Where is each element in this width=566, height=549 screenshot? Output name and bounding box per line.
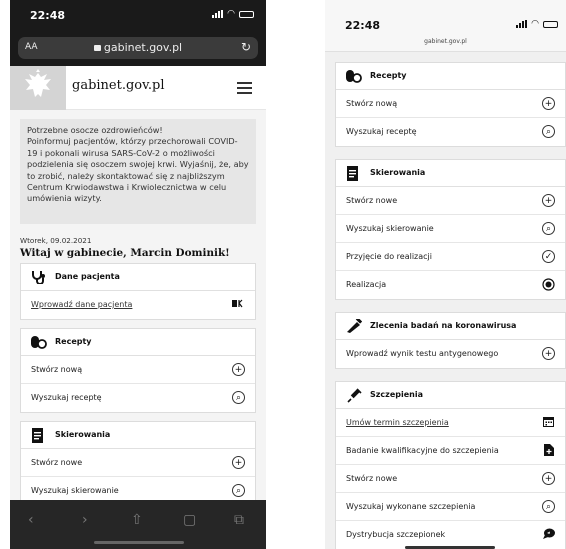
document-icon — [32, 428, 43, 443]
patient-card: Dane pacjenta Wprowadź dane pacjenta — [20, 263, 256, 320]
bookmarks-icon[interactable]: ▢ — [183, 512, 196, 528]
create-referral-item[interactable]: Stwórz nowe + — [21, 449, 255, 477]
status-bar: 22:48 ◠ gabinet.gov.pl — [325, 0, 566, 52]
share-icon[interactable]: ⇧ — [131, 512, 143, 528]
test-tube-icon — [347, 319, 362, 333]
create-referral-item[interactable]: Stwórz nowe + — [336, 187, 565, 215]
tabs-icon[interactable]: ⧉ — [234, 512, 244, 528]
url-text: gabinet.gov.pl — [103, 41, 183, 54]
enter-antigen-result-item[interactable]: Wprowadź wynik testu antygenowego + — [336, 340, 565, 368]
plus-circle-icon: + — [542, 472, 555, 485]
reload-icon[interactable]: ↻ — [241, 40, 251, 54]
syringe-icon — [347, 388, 362, 403]
url-text[interactable]: gabinet.gov.pl — [325, 38, 566, 45]
calendar-icon — [542, 416, 555, 429]
covid-tests-card-title: Zlecenia badań na koronawirusa — [370, 321, 517, 330]
battery-icon — [239, 10, 254, 18]
search-circle-icon: ⌕ — [232, 391, 245, 404]
prescriptions-card-title: Recepty — [370, 71, 407, 80]
address-field[interactable]: AA gabinet.gov.pl ↻ — [18, 37, 258, 59]
pill-icon — [31, 336, 47, 349]
file-plus-icon — [542, 444, 555, 457]
enter-patient-data-link[interactable]: Wprowadź dane pacjenta — [21, 291, 255, 319]
safari-toolbar: ‹ › ⇧ ▢ ⧉ — [10, 500, 266, 549]
vaccine-distribution-item[interactable]: Dystrybucja szczepionek — [336, 521, 565, 549]
right-phone-screen: 22:48 ◠ gabinet.gov.pl Recepty Stwórz no… — [325, 0, 566, 549]
status-time: 22:48 — [30, 9, 66, 22]
qualification-exam-item[interactable]: Badanie kwalifikacyjne do szczepienia — [336, 437, 565, 465]
create-prescription-item[interactable]: Stwórz nową + — [21, 356, 255, 384]
plus-circle-icon: + — [232, 363, 245, 376]
hamburger-menu-icon[interactable] — [237, 82, 252, 97]
plus-circle-icon: + — [542, 194, 555, 207]
plus-circle-icon: + — [542, 347, 555, 360]
create-prescription-item[interactable]: Stwórz nową + — [336, 90, 565, 118]
left-phone-screen: 22:48 ◠ AA gabinet.gov.pl ↻ gabinet.gov.… — [10, 0, 266, 549]
referrals-card: Skierowania Stwórz nowe + Wyszukaj skier… — [335, 159, 566, 300]
search-circle-icon: ⌕ — [542, 125, 555, 138]
site-name[interactable]: gabinet.gov.pl — [72, 78, 165, 93]
wifi-icon: ◠ — [531, 19, 539, 29]
plus-circle-icon: + — [232, 456, 245, 469]
check-circle-icon: ✓ — [542, 250, 555, 263]
search-circle-icon: ⌕ — [542, 222, 555, 235]
search-prescription-item[interactable]: Wyszukaj receptę ⌕ — [21, 384, 255, 412]
status-bar: 22:48 ◠ — [10, 0, 266, 34]
pill-icon — [346, 70, 362, 83]
prescriptions-card: Recepty Stwórz nową + Wyszukaj receptę ⌕ — [20, 328, 256, 413]
signal-icon — [212, 10, 224, 18]
referrals-card-title: Skierowania — [55, 430, 111, 439]
search-referral-item[interactable]: Wyszukaj skierowanie ⌕ — [336, 215, 565, 243]
search-vaccinations-item[interactable]: Wyszukaj wykonane szczepienia ⌕ — [336, 493, 565, 521]
current-date: Wtorek, 09.02.2021 — [20, 236, 92, 245]
eagle-logo[interactable] — [10, 66, 66, 110]
search-circle-icon: ⌕ — [542, 500, 555, 513]
vaccinations-card-title: Szczepienia — [370, 390, 423, 399]
search-circle-icon: ⌕ — [232, 484, 245, 497]
realization-item[interactable]: Realizacja — [336, 271, 565, 299]
radio-dot-icon — [542, 278, 555, 291]
plus-circle-icon: + — [542, 97, 555, 110]
wifi-icon: ◠ — [227, 9, 235, 19]
welcome-heading: Witaj w gabinecie, Marcin Dominik! — [20, 247, 230, 259]
schedule-vaccination-link[interactable]: Umów termin szczepienia — [336, 409, 565, 437]
accept-referral-item[interactable]: Przyjęcie do realizacji ✓ — [336, 243, 565, 271]
plasma-alert: Potrzebne osocze ozdrowieńców! Poinformu… — [20, 119, 256, 224]
forward-icon[interactable]: › — [82, 512, 88, 528]
site-header: gabinet.gov.pl — [10, 66, 266, 110]
browser-url-bar: AA gabinet.gov.pl ↻ — [10, 34, 266, 66]
stethoscope-icon — [32, 271, 45, 284]
document-icon — [347, 166, 358, 181]
covid-tests-card: Zlecenia badań na koronawirusa Wprowadź … — [335, 312, 566, 369]
referrals-card-title: Skierowania — [370, 168, 426, 177]
search-prescription-item[interactable]: Wyszukaj receptę ⌕ — [336, 118, 565, 146]
battery-icon — [543, 20, 558, 28]
back-icon[interactable]: ‹ — [28, 512, 34, 528]
prescriptions-card-title: Recepty — [55, 337, 92, 346]
status-time: 22:48 — [345, 19, 381, 32]
create-vaccination-item[interactable]: Stwórz nowe + — [336, 465, 565, 493]
referrals-card: Skierowania Stwórz nowe + Wyszukaj skier… — [20, 421, 256, 506]
prescriptions-card: Recepty Stwórz nową + Wyszukaj receptę ⌕ — [335, 62, 566, 147]
patient-card-title: Dane pacjenta — [55, 272, 120, 281]
home-indicator — [94, 541, 184, 544]
signal-icon — [516, 20, 528, 28]
patient-id-icon — [232, 298, 245, 311]
vaccinations-card: Szczepienia Umów termin szczepienia Bada… — [335, 381, 566, 549]
lock-icon — [93, 45, 101, 51]
chat-bubble-icon — [542, 528, 555, 541]
